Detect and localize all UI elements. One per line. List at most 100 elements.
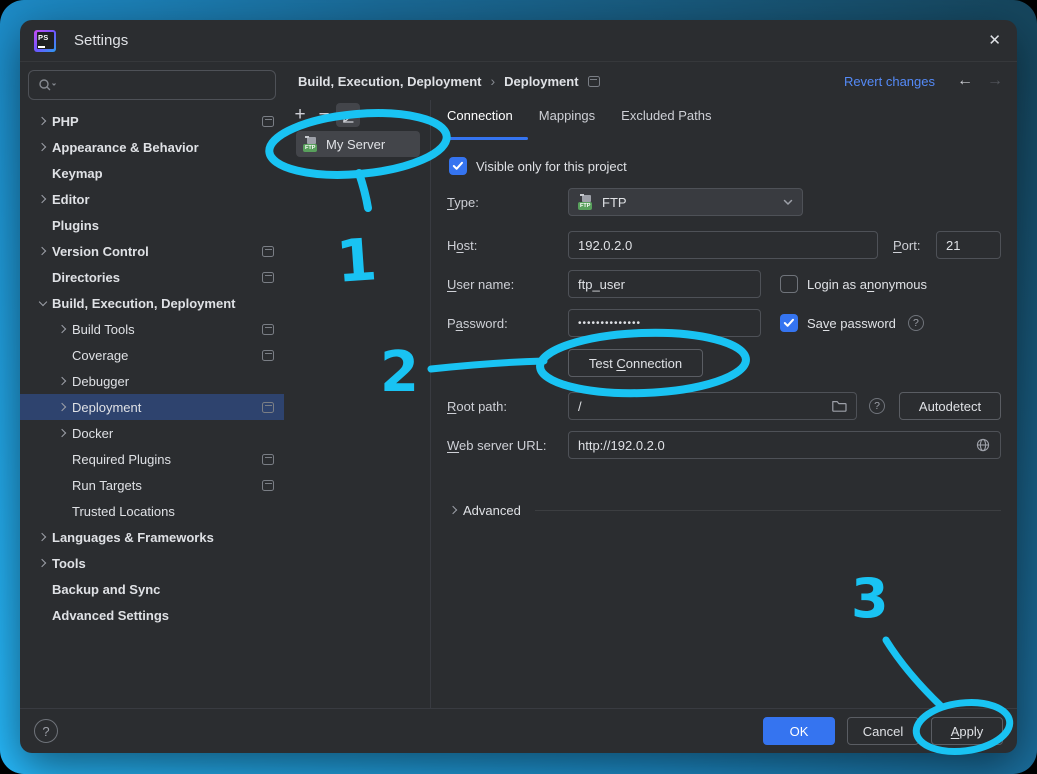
checkmark-icon	[783, 318, 795, 328]
settings-dialog: PS Settings ✕ PHP Appearance & Behavior …	[20, 20, 1017, 753]
port-label: Port:	[893, 231, 920, 259]
chevron-right-icon	[34, 524, 52, 550]
phpstorm-logo-icon: PS	[34, 30, 56, 52]
save-password-checkbox[interactable]	[780, 314, 798, 332]
sidebar-item-docker[interactable]: Docker	[20, 420, 284, 446]
web-url-input[interactable]: http://192.0.2.0	[568, 431, 1001, 459]
search-input[interactable]	[28, 70, 276, 100]
modified-indicator-icon	[588, 76, 600, 87]
chevron-down-icon	[53, 84, 56, 86]
server-list-panel: + − FTP My Server	[284, 100, 430, 708]
ftp-server-icon: FTP	[578, 194, 595, 210]
port-input[interactable]: 21	[936, 231, 1001, 259]
ok-button[interactable]: OK	[763, 717, 835, 745]
sidebar-item-debugger[interactable]: Debugger	[20, 368, 284, 394]
sidebar-item-languages-frameworks[interactable]: Languages & Frameworks	[20, 524, 284, 550]
tab-mappings[interactable]: Mappings	[539, 108, 595, 129]
help-icon[interactable]: ?	[34, 719, 58, 743]
active-tab-indicator	[444, 137, 528, 140]
settings-tree: PHP Appearance & Behavior Keymap Editor …	[20, 108, 284, 628]
chevron-down-icon	[34, 290, 52, 316]
footer-buttons: OK Cancel Apply	[763, 717, 1003, 745]
chevron-right-icon	[34, 550, 52, 576]
server-list-toolbar: + −	[284, 102, 360, 128]
sidebar-item-php[interactable]: PHP	[20, 108, 284, 134]
sidebar-item-required-plugins[interactable]: Required Plugins	[20, 446, 284, 472]
username-input[interactable]: ftp_user	[568, 270, 761, 298]
sidebar-item-build-execution-deployment[interactable]: Build, Execution, Deployment	[20, 290, 284, 316]
close-icon[interactable]: ✕	[988, 33, 1001, 48]
modified-indicator-icon	[262, 454, 274, 465]
forward-arrow-icon: →	[987, 72, 1003, 90]
deployment-connection-panel: Connection Mappings Excluded Paths Visib…	[430, 100, 1017, 708]
help-icon[interactable]: ?	[869, 398, 885, 414]
chevron-right-icon	[34, 108, 52, 134]
sidebar-item-tools[interactable]: Tools	[20, 550, 284, 576]
dialog-title: Settings	[74, 32, 128, 49]
server-list-item-my-server[interactable]: FTP My Server	[296, 131, 420, 157]
revert-changes-link[interactable]: Revert changes	[844, 74, 935, 89]
server-name: My Server	[326, 137, 385, 152]
chevron-right-icon	[54, 394, 72, 420]
sidebar-item-advanced-settings[interactable]: Advanced Settings	[20, 602, 284, 628]
screenshot-stage: PS Settings ✕ PHP Appearance & Behavior …	[0, 0, 1037, 774]
sidebar-item-plugins[interactable]: Plugins	[20, 212, 284, 238]
test-connection-button[interactable]: Test Connection	[568, 349, 703, 377]
folder-icon[interactable]	[831, 399, 847, 413]
chevron-down-icon	[783, 199, 793, 206]
sidebar-item-backup-and-sync[interactable]: Backup and Sync	[20, 576, 284, 602]
edit-server-button[interactable]	[336, 103, 360, 127]
sidebar-item-appearance-behavior[interactable]: Appearance & Behavior	[20, 134, 284, 160]
cancel-button[interactable]: Cancel	[847, 717, 919, 745]
visible-only-checkbox[interactable]	[449, 157, 467, 175]
anonymous-row: Login as anonymous	[780, 275, 927, 293]
tab-connection[interactable]: Connection	[447, 108, 513, 129]
tab-excluded-paths[interactable]: Excluded Paths	[621, 108, 711, 129]
chevron-right-icon	[447, 500, 461, 520]
search-icon	[38, 78, 60, 92]
dialog-footer: ? OK Cancel Apply	[20, 708, 1017, 753]
remove-server-button[interactable]: −	[312, 103, 336, 127]
type-value: FTP	[602, 195, 627, 210]
sidebar-item-keymap[interactable]: Keymap	[20, 160, 284, 186]
breadcrumb-root[interactable]: Build, Execution, Deployment	[298, 74, 481, 89]
sidebar-item-editor[interactable]: Editor	[20, 186, 284, 212]
chevron-right-icon	[54, 368, 72, 394]
modified-indicator-icon	[262, 246, 274, 257]
sidebar-item-trusted-locations[interactable]: Trusted Locations	[20, 498, 284, 524]
username-label: User name:	[447, 270, 514, 298]
sidebar-item-directories[interactable]: Directories	[20, 264, 284, 290]
root-path-input[interactable]: /	[568, 392, 857, 420]
checkmark-icon	[452, 161, 464, 171]
host-input[interactable]: 192.0.2.0	[568, 231, 878, 259]
back-arrow-icon[interactable]: ←	[957, 72, 973, 90]
sidebar-item-build-tools[interactable]: Build Tools	[20, 316, 284, 342]
save-password-label: Save password	[807, 316, 896, 331]
chevron-right-icon	[54, 316, 72, 342]
password-input[interactable]: ••••••••••••••	[568, 309, 761, 337]
apply-button[interactable]: Apply	[931, 717, 1003, 745]
anonymous-label: Login as anonymous	[807, 277, 927, 292]
visible-only-label: Visible only for this project	[476, 159, 627, 174]
type-select[interactable]: FTP FTP	[568, 188, 803, 216]
section-divider	[535, 510, 1001, 511]
breadcrumb-separator-icon: ›	[490, 73, 495, 89]
sidebar-item-coverage[interactable]: Coverage	[20, 342, 284, 368]
sidebar-item-run-targets[interactable]: Run Targets	[20, 472, 284, 498]
globe-icon[interactable]	[975, 437, 991, 453]
autodetect-button[interactable]: Autodetect	[899, 392, 1001, 420]
breadcrumb-current: Deployment	[504, 74, 578, 89]
add-server-button[interactable]: +	[288, 103, 312, 127]
chevron-right-icon	[34, 238, 52, 264]
modified-indicator-icon	[262, 116, 274, 127]
modified-indicator-icon	[262, 480, 274, 491]
modified-indicator-icon	[262, 272, 274, 283]
sidebar-item-version-control[interactable]: Version Control	[20, 238, 284, 264]
host-label: Host:	[447, 231, 477, 259]
dialog-titlebar: PS Settings ✕	[20, 20, 1017, 62]
help-icon[interactable]: ?	[908, 315, 924, 331]
anonymous-checkbox[interactable]	[780, 275, 798, 293]
modified-indicator-icon	[262, 324, 274, 335]
sidebar-item-deployment[interactable]: Deployment	[20, 394, 284, 420]
advanced-section-toggle[interactable]: Advanced	[447, 500, 1001, 520]
